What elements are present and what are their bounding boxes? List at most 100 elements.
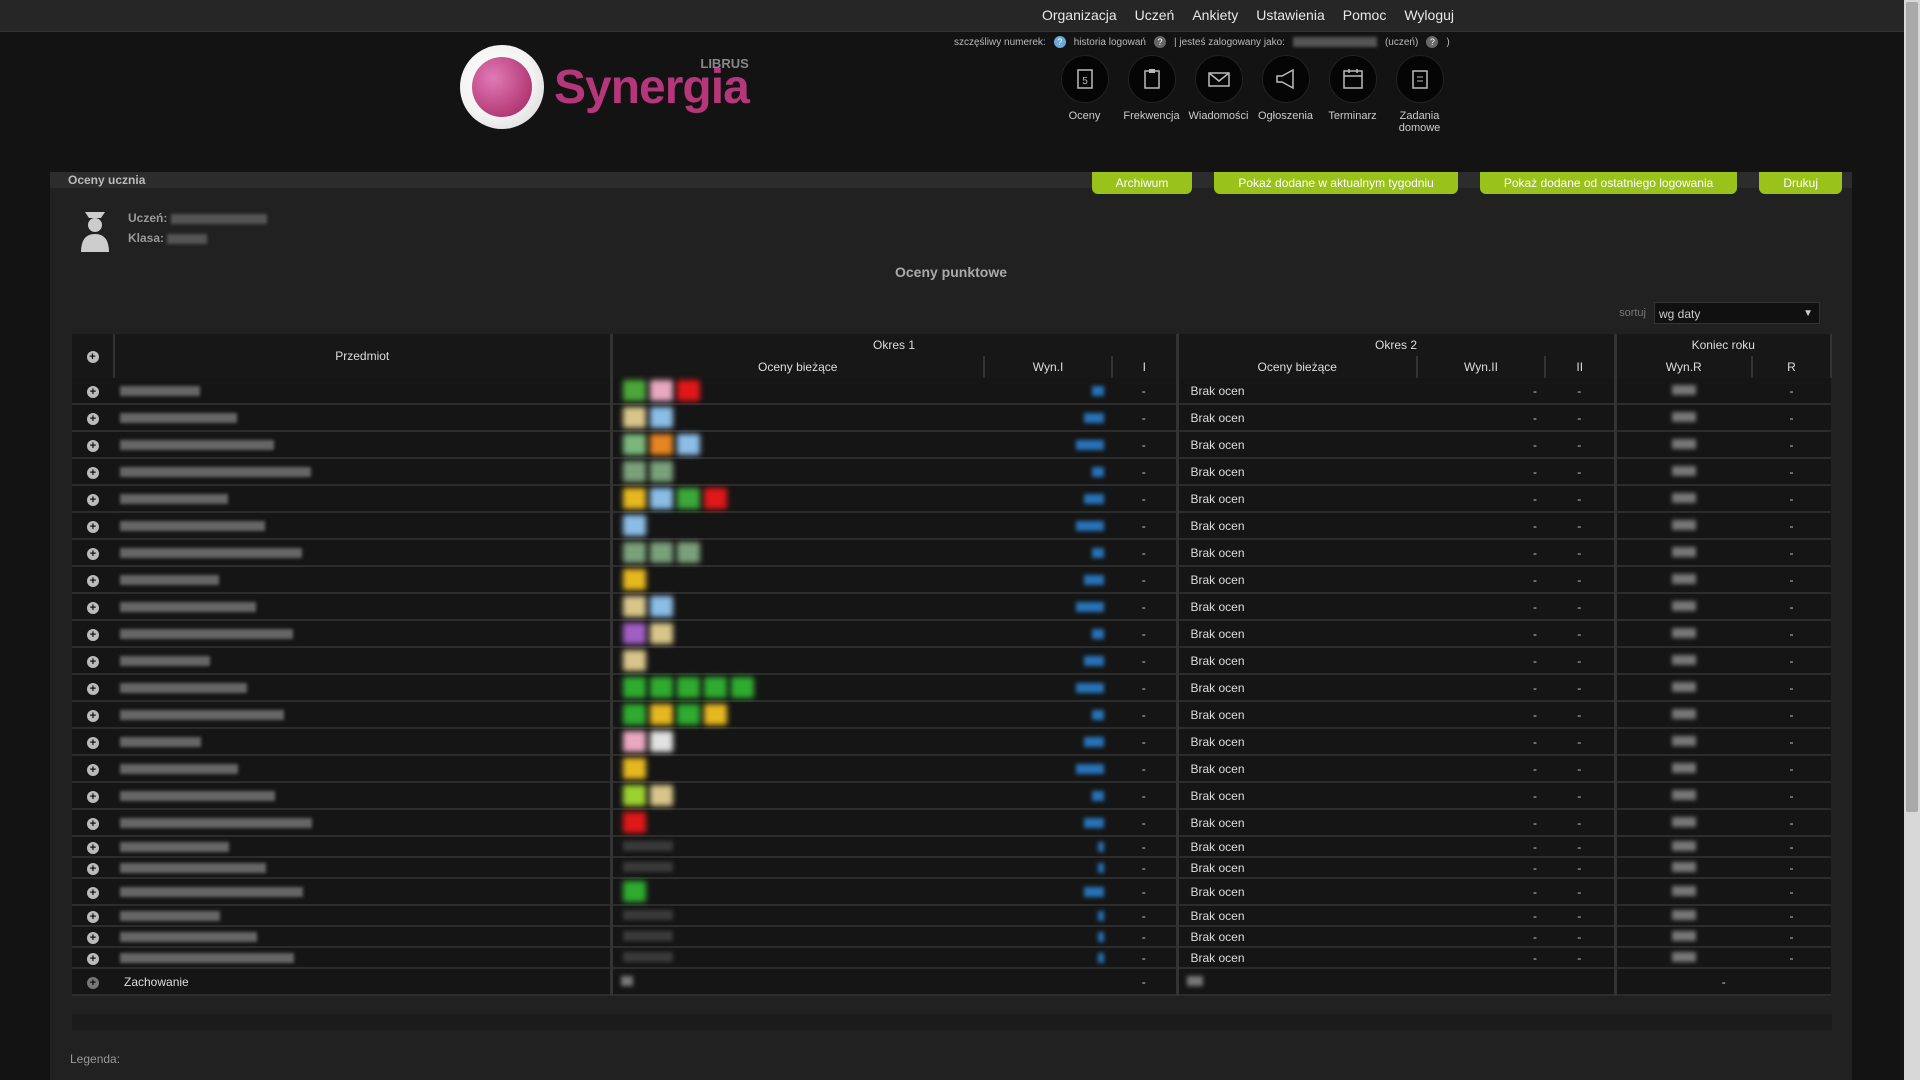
expand-row-button[interactable]: +: [72, 404, 114, 432]
subject-name[interactable]: [114, 905, 613, 927]
login-history-link[interactable]: historia logowań: [1074, 37, 1146, 48]
sort-select[interactable]: wg daty ▼: [1654, 302, 1820, 324]
top-nav-item-5[interactable]: Wyloguj: [1404, 7, 1454, 23]
grade-badge[interactable]: [622, 677, 646, 698]
grade-badge[interactable]: [622, 434, 646, 455]
subject-name[interactable]: [114, 378, 613, 405]
grade-badge[interactable]: [703, 677, 727, 698]
expand-row-button[interactable]: +: [72, 968, 114, 996]
grade-badge[interactable]: [622, 650, 646, 671]
subject-name[interactable]: [114, 755, 613, 783]
expand-row-button[interactable]: +: [72, 836, 114, 858]
subject-name[interactable]: [114, 566, 613, 594]
tab-1[interactable]: Pokaż dodane w aktualnym tygodniu: [1214, 172, 1458, 194]
top-nav-item-0[interactable]: Organizacja: [1042, 7, 1117, 23]
nav-homework[interactable]: Zadania domowe: [1391, 55, 1448, 134]
top-nav-item-3[interactable]: Ustawienia: [1256, 7, 1324, 23]
expand-row-button[interactable]: +: [72, 674, 114, 702]
grade-badge[interactable]: [676, 434, 700, 455]
help-icon-2[interactable]: ?: [1426, 36, 1439, 48]
grade-badge[interactable]: [649, 785, 673, 806]
expand-all-button[interactable]: +: [72, 334, 115, 378]
nav-megaphone[interactable]: Ogłoszenia: [1257, 55, 1314, 134]
subject-name[interactable]: [114, 539, 613, 567]
nav-attendance[interactable]: Frekwencja: [1123, 55, 1180, 134]
grade-badge[interactable]: [622, 812, 646, 833]
expand-row-button[interactable]: +: [72, 485, 114, 513]
grade-badge[interactable]: [649, 596, 673, 617]
grade-badge[interactable]: [649, 407, 673, 428]
grade-badge[interactable]: [676, 488, 700, 509]
tab-2[interactable]: Pokaż dodane od ostatniego logowania: [1479, 172, 1738, 194]
grade-badge[interactable]: [649, 731, 673, 752]
expand-row-button[interactable]: +: [72, 728, 114, 756]
subject-name[interactable]: [114, 404, 613, 432]
subject-name[interactable]: [114, 878, 613, 906]
expand-row-button[interactable]: +: [72, 647, 114, 675]
expand-row-button[interactable]: +: [72, 378, 114, 405]
lucky-number-icon[interactable]: ?: [1053, 36, 1066, 48]
expand-row-button[interactable]: +: [72, 947, 114, 969]
grade-badge[interactable]: [649, 677, 673, 698]
subject-name[interactable]: [114, 728, 613, 756]
expand-row-button[interactable]: +: [72, 566, 114, 594]
help-icon[interactable]: ?: [1153, 36, 1166, 48]
synergia-logo[interactable]: LIBRUS Synergia: [460, 45, 750, 129]
grade-badge[interactable]: [703, 488, 727, 509]
grade-badge[interactable]: [622, 758, 646, 779]
grade-badge[interactable]: [676, 677, 700, 698]
subject-name[interactable]: [114, 836, 613, 858]
col-subject[interactable]: Przedmiot: [114, 334, 613, 378]
grade-badge[interactable]: [676, 542, 700, 563]
expand-row-button[interactable]: +: [72, 926, 114, 948]
subject-name[interactable]: [114, 701, 613, 729]
expand-row-button[interactable]: +: [72, 701, 114, 729]
grade-badge[interactable]: [649, 623, 673, 644]
grade-badge[interactable]: [730, 677, 754, 698]
scrollbar-thumb[interactable]: [1906, 2, 1918, 812]
top-nav-item-1[interactable]: Uczeń: [1135, 7, 1175, 23]
subject-name[interactable]: [114, 857, 613, 879]
grade-badge[interactable]: [649, 434, 673, 455]
subject-name[interactable]: [114, 647, 613, 675]
subject-name[interactable]: [114, 809, 613, 837]
grade-badge[interactable]: [622, 731, 646, 752]
subject-name[interactable]: [114, 512, 613, 540]
subject-name[interactable]: [114, 947, 613, 969]
grade-badge[interactable]: [676, 380, 700, 401]
subject-name[interactable]: [114, 458, 613, 486]
expand-row-button[interactable]: +: [72, 878, 114, 906]
grade-badge[interactable]: [649, 488, 673, 509]
nav-grades[interactable]: 5 Oceny: [1056, 55, 1113, 134]
subject-name[interactable]: [114, 593, 613, 621]
top-nav-item-2[interactable]: Ankiety: [1192, 7, 1238, 23]
subject-name[interactable]: [114, 782, 613, 810]
expand-row-button[interactable]: +: [72, 755, 114, 783]
grade-badge[interactable]: [622, 596, 646, 617]
grade-badge[interactable]: [622, 380, 646, 401]
subject-name[interactable]: [114, 674, 613, 702]
subject-name[interactable]: [114, 431, 613, 459]
expand-row-button[interactable]: +: [72, 782, 114, 810]
expand-row-button[interactable]: +: [72, 593, 114, 621]
expand-row-button[interactable]: +: [72, 809, 114, 837]
grade-badge[interactable]: [622, 461, 646, 482]
tab-0[interactable]: Archiwum: [1091, 172, 1193, 194]
expand-row-button[interactable]: +: [72, 512, 114, 540]
expand-row-button[interactable]: +: [72, 539, 114, 567]
grade-badge[interactable]: [622, 515, 646, 536]
grade-badge[interactable]: [649, 461, 673, 482]
grade-badge[interactable]: [649, 380, 673, 401]
grade-badge[interactable]: [622, 407, 646, 428]
nav-calendar[interactable]: Terminarz: [1324, 55, 1381, 134]
subject-name[interactable]: [114, 485, 613, 513]
scrollbar[interactable]: [1904, 0, 1920, 1080]
grade-badge[interactable]: [622, 881, 646, 902]
grade-badge[interactable]: [649, 704, 673, 725]
grade-badge[interactable]: [622, 488, 646, 509]
subject-name[interactable]: [114, 926, 613, 948]
grade-badge[interactable]: [622, 542, 646, 563]
grade-badge[interactable]: [703, 704, 727, 725]
grade-badge[interactable]: [649, 542, 673, 563]
subject-name[interactable]: [114, 620, 613, 648]
